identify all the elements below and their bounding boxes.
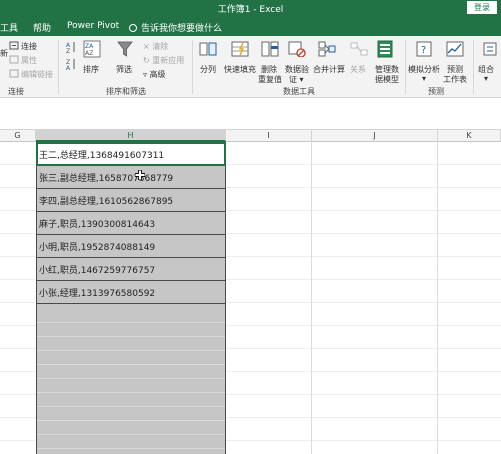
connections-icon (9, 41, 19, 50)
clear-button[interactable]: ⨯ 清除 (143, 41, 168, 52)
group-icon (483, 42, 497, 56)
window-title: 工作簿1 - Excel (217, 5, 284, 15)
filter-icon (117, 41, 133, 57)
cell-border (37, 350, 225, 351)
cell-cursor-icon (135, 170, 145, 180)
connections-group-label: 连接 (8, 87, 24, 96)
text-to-columns-icon (199, 42, 217, 56)
edit-links-icon (9, 69, 19, 78)
column-header-h[interactable]: H (36, 130, 226, 142)
reapply-button[interactable]: ↻ 重新应用 (143, 55, 184, 66)
grid-line (437, 142, 438, 454)
advanced-button[interactable]: ▿ 高级 (143, 69, 166, 80)
properties-button[interactable]: 属性 (21, 55, 37, 66)
remove-duplicates-icon (261, 41, 279, 57)
group-divider (405, 40, 406, 94)
cell-border (37, 434, 225, 435)
forecast-sheet-icon (446, 41, 464, 57)
svg-text:A: A (66, 65, 71, 70)
what-if-analysis-icon: ? (416, 41, 432, 57)
data-tools-group-label: 数据工具 (283, 87, 315, 96)
title-bar: 工作簿1 - Excel 登录 (0, 0, 501, 16)
properties-icon (9, 55, 19, 64)
relationships-button[interactable]: 关系 (350, 64, 366, 75)
text-to-columns-button[interactable]: 分列 (200, 64, 216, 75)
data-validation-label-2[interactable]: 证 ▾ (289, 74, 304, 85)
login-button[interactable]: 登录 (467, 1, 497, 14)
flash-fill-icon (231, 41, 249, 57)
column-header-g[interactable]: G (0, 130, 36, 142)
ribbon: 新 连接 属性 编辑链接 连接 AZ ZA ZA AZ 排序 筛选 ⨯ 清除 ↻ … (0, 36, 501, 98)
cell-border (37, 392, 225, 393)
clear-icon: ⨯ (143, 42, 153, 51)
cell-h2[interactable]: 张三,副总经理,1658707368779 (37, 166, 225, 188)
consolidate-button[interactable]: 合并计算 (313, 64, 345, 75)
cell-h4[interactable]: 麻子,职员,1390300814643 (37, 212, 225, 234)
group-dropdown-icon[interactable]: ▾ (484, 74, 488, 83)
formula-bar-area[interactable] (0, 98, 501, 130)
active-cell-value: 王二,总经理,1368491607311 (39, 151, 165, 161)
cell-h7[interactable]: 小张,经理,1313976580592 (37, 281, 225, 303)
search-icon (129, 24, 137, 32)
what-if-dropdown-icon[interactable]: ▾ (422, 74, 426, 83)
sort-asc-icon[interactable]: AZ (66, 41, 76, 53)
tell-me-search[interactable]: 告诉我你想要做什么 (129, 21, 222, 34)
refresh-all-button[interactable]: 新 (0, 48, 8, 59)
cell-border (37, 378, 225, 379)
flash-fill-button[interactable]: 快速填充 (224, 64, 256, 75)
reapply-icon: ↻ (143, 56, 153, 65)
selected-column-h[interactable]: 张三,副总经理,1658707368779 李四,副总经理,1610562867… (36, 142, 226, 454)
forecast-sheet-label-2[interactable]: 工作表 (443, 74, 467, 85)
column-headers: G H I J K (0, 130, 501, 142)
forecast-group-label: 预测 (428, 87, 444, 96)
tab-help[interactable]: 帮助 (33, 21, 51, 34)
svg-text:AZ: AZ (85, 50, 93, 57)
reapply-label: 重新应用 (152, 56, 185, 65)
menu-bar: 工具 帮助 Power Pivot 告诉我你想要做什么 (0, 16, 501, 36)
consolidate-icon (318, 41, 336, 57)
sort-desc-icon[interactable]: ZA (66, 58, 76, 70)
cell-h6[interactable]: 小红,职员,1467259776757 (37, 258, 225, 280)
worksheet-grid[interactable]: 张三,副总经理,1658707368779 李四,副总经理,1610562867… (0, 142, 501, 454)
svg-text:Z: Z (66, 48, 70, 53)
cell-h3[interactable]: 李四,副总经理,1610562867895 (37, 189, 225, 211)
connections-button[interactable]: 连接 (21, 41, 37, 52)
svg-text:?: ? (421, 45, 426, 56)
cell-border (37, 322, 225, 323)
grid-line (311, 142, 312, 454)
column-header-j[interactable]: J (312, 130, 438, 142)
group-divider (473, 40, 474, 94)
filter-button[interactable]: 筛选 (116, 64, 132, 75)
advanced-label: 高级 (149, 70, 166, 79)
relationships-icon (350, 42, 368, 56)
svg-text:ZA: ZA (85, 43, 94, 50)
active-cell-h1[interactable]: 王二,总经理,1368491607311 (36, 142, 226, 166)
cell-border (37, 364, 225, 365)
data-validation-icon (288, 41, 306, 57)
sort-button[interactable]: 排序 (83, 64, 99, 75)
cell-border (37, 406, 225, 407)
remove-dup-label-2[interactable]: 重复值 (258, 74, 282, 85)
cell-border (37, 336, 225, 337)
cell-border (37, 420, 225, 421)
sort-filter-group-label: 排序和筛选 (106, 87, 146, 96)
cell-border (37, 448, 225, 449)
tell-me-text: 告诉我你想要做什么 (141, 24, 223, 34)
manage-data-model-icon (377, 40, 393, 58)
tab-tools[interactable]: 工具 (0, 21, 18, 34)
tab-power-pivot[interactable]: Power Pivot (67, 21, 119, 31)
group-divider (58, 40, 59, 94)
clear-label: 清除 (152, 42, 169, 51)
manage-data-model-label-2[interactable]: 据模型 (375, 74, 399, 85)
cell-h5[interactable]: 小明,职员,1952874088149 (37, 235, 225, 257)
column-header-i[interactable]: I (226, 130, 312, 142)
group-divider (192, 40, 193, 94)
sort-dialog-icon: ZAAZ (83, 40, 101, 58)
edit-links-button[interactable]: 编辑链接 (21, 69, 53, 80)
cell-border (37, 303, 225, 304)
column-header-k[interactable]: K (438, 130, 501, 142)
